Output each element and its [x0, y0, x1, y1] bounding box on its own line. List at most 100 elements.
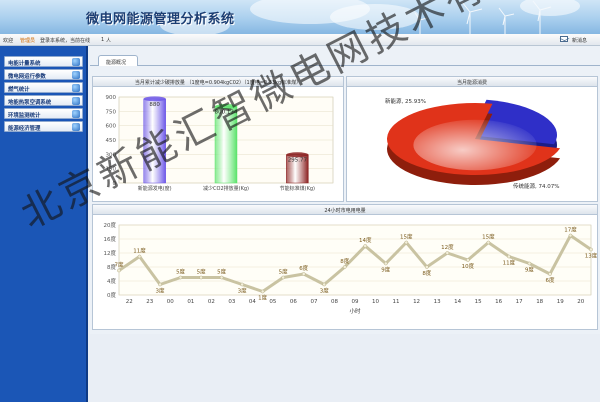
x-tick-label: 18: [536, 299, 543, 305]
y-tick-label: 0度: [107, 291, 116, 299]
sidebar: 电能计量系统 微电网运行参数 燃气统计 地能热泵空调系统 环境监测统计 能源经济…: [0, 46, 88, 402]
energy-panel-title: 当月能源消费: [456, 80, 487, 86]
hourly-panel: 24小时市电用电量 0度 4度 8度 12度 16度 20度 7度 11度 3度 5度 5度 5度 3度…: [92, 204, 598, 330]
sidebar-item-label: 电能计量系统: [8, 61, 41, 67]
data-label: 5度: [176, 268, 185, 276]
x-tick-label: 12: [413, 299, 420, 305]
hourly-panel-header: 24小时市电用电量: [93, 205, 597, 215]
data-point: [363, 244, 368, 248]
sidebar-item-label: 微电网运行参数: [8, 74, 46, 80]
data-point: [527, 261, 532, 266]
data-point: [589, 247, 593, 252]
sidebar-item-environment[interactable]: 环境监测统计: [4, 108, 83, 119]
data-label: 3度: [238, 287, 247, 295]
x-tick-label: 08: [331, 299, 338, 305]
data-label: 3度: [156, 287, 165, 295]
data-point: [219, 275, 224, 280]
data-label: 9度: [525, 266, 534, 274]
data-label: 7度: [115, 261, 124, 269]
data-label: 15度: [482, 233, 495, 241]
bar-cap: [286, 152, 309, 158]
empty-area: [90, 334, 600, 402]
bar-value-label: 800.134: [215, 110, 238, 116]
x-tick-label: 06: [290, 299, 297, 305]
bar: [214, 106, 238, 184]
x-tick-label: 03: [228, 299, 235, 305]
user-link[interactable]: 管理员: [20, 37, 35, 44]
y-tick-label: 0: [113, 181, 117, 187]
data-point: [424, 265, 429, 269]
online-count: 1: [101, 37, 105, 43]
data-label: 13度: [585, 252, 597, 260]
y-tick-label: 16度: [104, 235, 117, 243]
data-label: 17度: [564, 226, 577, 234]
main-content: 能源概况 当月累计减少碳排放量 （1度电=0.904kgC02）（1度电=0.3…: [90, 46, 600, 402]
data-point: [281, 275, 286, 280]
x-tick-label: 01: [187, 299, 194, 305]
data-point: [445, 251, 450, 255]
y-tick-label: 750: [106, 109, 117, 115]
mail-icon[interactable]: [560, 36, 568, 42]
x-tick-label: 22: [126, 299, 133, 305]
heat-pump-icon: [72, 97, 80, 105]
data-label: 1度: [258, 294, 267, 302]
pie-highlight: [413, 119, 537, 171]
pie-label-traditional: 传统能源, 74.07%: [513, 182, 559, 190]
x-tick-label: 20: [577, 299, 584, 305]
sidebar-item-heat-pump[interactable]: 地能热泵空调系统: [4, 95, 83, 106]
x-tick-label: 11: [393, 299, 400, 305]
x-tick-label: 14: [454, 299, 461, 305]
y-tick-label: 4度: [107, 277, 116, 285]
data-point: [548, 272, 552, 276]
sidebar-item-gas[interactable]: 燃气统计: [4, 82, 83, 93]
data-label: 11度: [133, 247, 146, 255]
reduction-bar-chart: 0 150 300 450 600 750 900 880 新能源发电(度) 800.134 减少C…: [106, 95, 334, 192]
data-point: [383, 261, 388, 266]
x-tick-label: 新能源发电(度): [138, 185, 172, 192]
x-tick-label: 17: [516, 299, 523, 305]
bar-cap: [143, 96, 166, 102]
data-point: [466, 258, 470, 262]
energy-pie-chart: 新能源, 25.93% 传统能源, 74.07%: [385, 97, 561, 190]
data-label: 6度: [299, 264, 308, 272]
tab-bar: 能源概况: [90, 54, 600, 66]
tab-label: 能源概况: [106, 60, 127, 66]
data-point: [178, 275, 183, 280]
x-tick-label: 02: [208, 299, 215, 305]
reduction-panel-header: 当月累计减少碳排放量 （1度电=0.904kgC02）（1度电=0.33kg标准…: [93, 77, 343, 87]
login-status-text: 登录本系统，当前在线: [40, 38, 91, 44]
tab-energy-overview[interactable]: 能源概况: [98, 55, 138, 66]
y-tick-label: 12度: [104, 249, 117, 257]
energy-panel: 当月能源消费 新能源, 25.93% 传统能源, 74.07%: [346, 76, 598, 202]
bar: [143, 98, 166, 184]
online-suffix: 人: [106, 38, 112, 44]
data-label: 14度: [359, 236, 372, 244]
data-label: 10度: [462, 262, 475, 270]
y-tick-label: 150: [106, 167, 117, 173]
y-tick-label: 450: [106, 138, 117, 144]
pie-label-new-energy: 新能源, 25.93%: [385, 97, 426, 105]
new-message-link[interactable]: 新消息: [572, 37, 587, 44]
data-label: 5度: [217, 268, 226, 276]
data-label: 9度: [381, 266, 390, 274]
data-point: [158, 282, 162, 287]
sidebar-item-economy[interactable]: 能源经济管理: [4, 121, 83, 132]
data-point: [507, 254, 511, 259]
y-tick-label: 600: [106, 124, 117, 130]
sidebar-item-label: 能源经济管理: [8, 126, 41, 132]
data-point: [137, 254, 142, 259]
data-point: [568, 233, 573, 238]
data-label: 5度: [197, 268, 206, 276]
sidebar-item-grid-params[interactable]: 微电网运行参数: [4, 69, 83, 80]
x-tick-label: 10: [372, 299, 379, 305]
data-label: 11度: [503, 259, 516, 267]
x-tick-label: 13: [434, 299, 441, 305]
x-tick-label: 00: [167, 299, 174, 305]
sidebar-item-metering[interactable]: 电能计量系统: [4, 56, 83, 67]
hourly-line-chart: 0度 4度 8度 12度 16度 20度 7度 11度 3度 5度 5度 5度 3度 1度 5度 6度 3度 8度…: [104, 221, 598, 315]
data-point: [404, 240, 409, 245]
x-tick-label: 15: [475, 299, 482, 305]
data-label: 5度: [279, 268, 288, 276]
y-tick-label: 300: [106, 152, 117, 158]
reduction-panel-title: 当月累计减少碳排放量 （1度电=0.904kgC02）（1度电=0.33kg标准…: [134, 80, 302, 86]
